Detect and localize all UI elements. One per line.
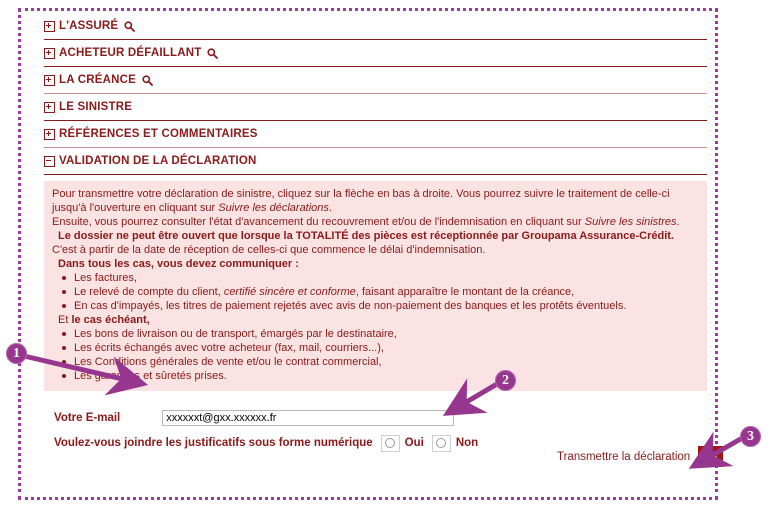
email-label: Votre E-mail [54, 412, 121, 424]
suivre-declarations-link[interactable]: Suivre les déclarations [218, 202, 329, 214]
documents-heading-required: Dans tous les cas, vous devez communique… [58, 258, 299, 270]
section-title: ACHETEUR DÉFAILLANT [59, 47, 202, 59]
heading-emphasis: le cas échéant, [71, 314, 150, 326]
heading-prefix: Et [58, 314, 72, 326]
instruction-text-end: . [676, 216, 680, 228]
instruction-paragraph-4: C'est à partir de la date de réception d… [52, 244, 486, 256]
expand-plus-icon[interactable] [44, 47, 55, 59]
email-row: Votre E-mail xxxxxxt@gxx.xxxxxx.fr [54, 409, 707, 427]
section-title: LA CRÉANCE [59, 74, 136, 86]
required-documents-list: Les factures, Le relevé de compte du cli… [52, 271, 699, 313]
email-value: xxxxxxt@gxx.xxxxxx.fr [166, 412, 277, 424]
instruction-text: Pour transmettre votre déclaration de si… [52, 188, 670, 214]
annotation-badge-3: 3 [740, 426, 761, 447]
radio-yes-label: Oui [404, 437, 424, 449]
search-icon[interactable] [142, 74, 153, 86]
radio-no-dot [436, 438, 447, 448]
radio-yes[interactable] [380, 434, 400, 452]
attachments-question-label: Voulez-vous joindre les justificatifs so… [54, 437, 373, 449]
submit-row: Transmettre la déclaration [557, 446, 724, 467]
expand-plus-icon[interactable] [44, 74, 55, 86]
section-title: VALIDATION DE LA DÉCLARATION [59, 155, 257, 167]
list-item: Les écrits échangés avec votre acheteur … [52, 341, 699, 355]
documents-heading-conditional: Et le cas échéant, [58, 313, 699, 327]
list-item: Les Conditions générales de vente et/ou … [52, 355, 699, 369]
search-icon[interactable] [207, 47, 219, 59]
collapse-minus-icon[interactable] [44, 155, 55, 167]
section-header-references-commentaires[interactable]: RÉFÉRENCES ET COMMENTAIRES [44, 122, 707, 148]
submit-button[interactable] [698, 446, 724, 467]
instruction-paragraph-1: Pour transmettre votre déclaration de si… [52, 187, 699, 215]
radio-yes-dot [385, 438, 396, 448]
section-header-le-sinistre[interactable]: LE SINISTRE [44, 95, 707, 121]
instructions-panel: Pour transmettre votre déclaration de si… [44, 181, 707, 391]
section-header-lassure[interactable]: L'ASSURÉ [44, 14, 707, 40]
arrow-right-icon [703, 451, 718, 462]
section-header-la-creance[interactable]: LA CRÉANCE [44, 68, 707, 94]
instruction-text: Ensuite, vous pourrez consulter l'état d… [52, 216, 585, 228]
conditional-documents-list: Les bons de livraison ou de transport, é… [52, 327, 699, 383]
radio-no-label: Non [455, 437, 479, 449]
expand-plus-icon[interactable] [44, 101, 55, 113]
list-item: En cas d'impayés, les titres de paiement… [52, 299, 699, 313]
suivre-sinistres-link[interactable]: Suivre les sinistres [585, 216, 677, 228]
expand-plus-icon[interactable] [44, 20, 55, 32]
submit-label: Transmettre la déclaration [557, 450, 691, 463]
list-item: Les bons de livraison ou de transport, é… [52, 327, 699, 341]
instruction-text-end: . [328, 202, 332, 214]
radio-no[interactable] [431, 434, 451, 452]
list-item-emphasis: certifié sincère et conforme [223, 286, 356, 298]
instruction-warning-bold: Le dossier ne peut être ouvert que lorsq… [58, 230, 674, 242]
instruction-paragraph-2: Ensuite, vous pourrez consulter l'état d… [52, 215, 699, 229]
section-title: RÉFÉRENCES ET COMMENTAIRES [59, 128, 258, 140]
list-item-text-end: , faisant apparaître le montant de la cr… [355, 286, 575, 298]
expand-plus-icon[interactable] [44, 128, 55, 140]
list-item: Le relevé de compte du client, certifié … [52, 285, 699, 299]
section-header-validation-declaration[interactable]: VALIDATION DE LA DÉCLARATION [44, 149, 707, 175]
search-icon[interactable] [124, 20, 136, 32]
list-item: Les garanties et sûretés prises. [52, 369, 699, 383]
section-title: L'ASSURÉ [59, 20, 119, 32]
list-item: Les factures, [52, 271, 699, 285]
declaration-form-page: L'ASSURÉ ACHETEUR DÉFAILLANT LA CRÉANCE … [44, 14, 707, 453]
email-input[interactable]: xxxxxxt@gxx.xxxxxx.fr [162, 410, 455, 426]
section-title: LE SINISTRE [59, 101, 133, 113]
list-item-text: Le relevé de compte du client, [74, 286, 224, 298]
section-header-acheteur-defaillant[interactable]: ACHETEUR DÉFAILLANT [44, 41, 707, 67]
